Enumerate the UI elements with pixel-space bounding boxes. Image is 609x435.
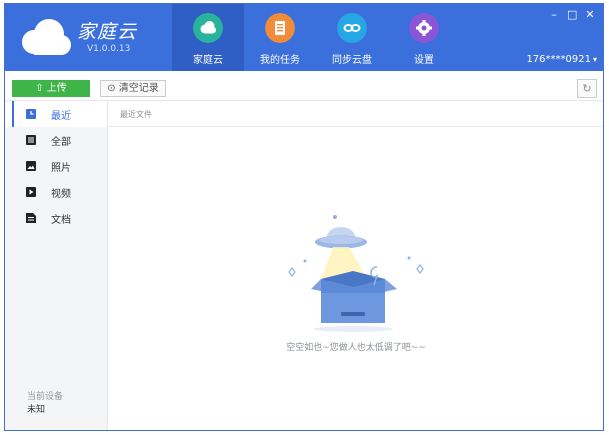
all-files-icon [26,135,36,145]
sidebar-item-videos[interactable]: 视频 [5,179,107,205]
sidebar-item-all[interactable]: 全部 [5,127,107,153]
photo-icon [26,161,36,171]
sidebar-item-label: 照片 [51,163,71,174]
nav-tab-settings[interactable]: 设置 [388,4,460,71]
close-icon[interactable]: ✕ [585,8,595,21]
nav-tab-label: 我的任务 [260,55,300,66]
nav-tab-my-tasks[interactable]: 我的任务 [244,4,316,71]
app-window: 家庭云 V1.0.0.13 家庭云 我的任务 同步云盘 设置 – □ ✕ 176… [4,3,604,431]
recent-icon [26,109,36,119]
user-account-menu[interactable]: 176****0921 ▾ [526,54,597,65]
chevron-down-icon: ▾ [592,55,597,64]
sidebar-item-recent[interactable]: 最近 [5,101,107,127]
window-controls: – □ ✕ [549,8,595,21]
app-logo-cloud-icon [22,19,71,55]
sidebar-item-documents[interactable]: 文档 [5,205,107,231]
video-icon [26,187,36,197]
empty-state-ufo-box-illustration [288,215,424,332]
upload-button[interactable]: ⇧ 上传 [12,80,90,97]
current-device-value: 未知 [27,405,46,415]
page-title: 最近文件 [120,110,152,119]
document-icon [26,213,36,223]
nav-tab-family-cloud[interactable]: 家庭云 [172,4,244,71]
nav-tab-label: 同步云盘 [332,55,372,66]
main-content: 最近文件 空空如也~您做人也太低调了吧~~ [109,101,603,430]
nav-tab-sync-drive[interactable]: 同步云盘 [316,4,388,71]
sidebar-item-label: 文档 [51,215,71,226]
gear-icon [409,13,439,43]
sidebar-item-label: 最近 [51,111,71,122]
app-name: 家庭云 [77,21,138,43]
empty-state-message: 空空如也~您做人也太低调了吧~~ [286,343,426,353]
minimize-icon[interactable]: – [549,8,559,21]
main-nav: 家庭云 我的任务 同步云盘 设置 [172,4,460,71]
user-account-label: 176****0921 [526,54,591,65]
sync-icon [337,13,367,43]
app-version: V1.0.0.13 [87,44,131,54]
refresh-button[interactable]: ↻ [577,79,597,98]
nav-tab-label: 设置 [414,55,434,66]
maximize-icon[interactable]: □ [567,8,577,21]
nav-tab-label: 家庭云 [193,55,223,66]
clear-history-button[interactable]: ⊙ 清空记录 [100,80,166,97]
content-header: 最近文件 [109,101,603,127]
sidebar-item-label: 全部 [51,137,71,148]
cloud-icon [193,13,223,43]
sidebar: 最近 全部 照片 视频 文档 当前设备 未知 [5,101,108,430]
sidebar-item-photos[interactable]: 照片 [5,153,107,179]
toolbar: ⇧ 上传 ⊙ 清空记录 ↻ [5,71,603,101]
task-list-icon [265,13,295,43]
current-device-title: 当前设备 [27,392,64,402]
sidebar-item-label: 视频 [51,189,71,200]
title-bar: 家庭云 V1.0.0.13 家庭云 我的任务 同步云盘 设置 – □ ✕ 176… [5,4,603,71]
